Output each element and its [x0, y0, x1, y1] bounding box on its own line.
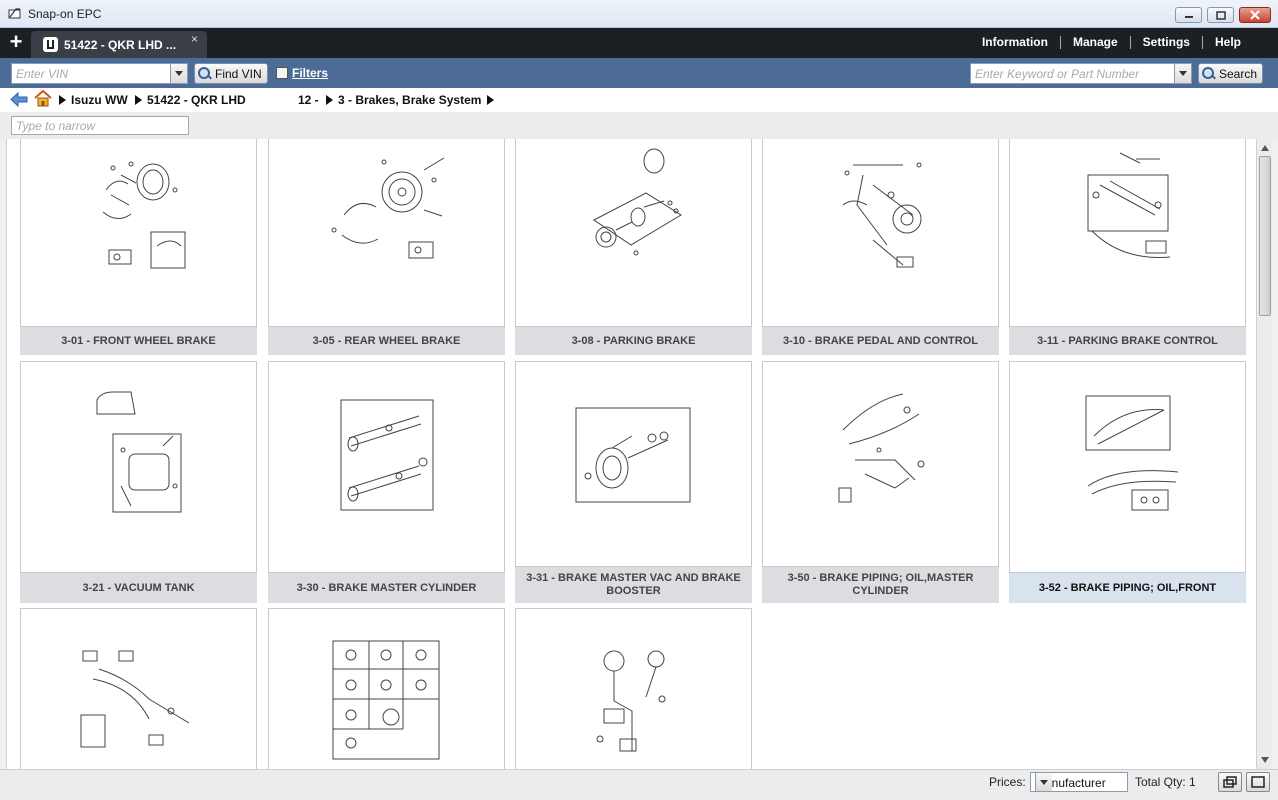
diagram-caption[interactable]: 3-30 - BRAKE MASTER CYLINDER — [268, 573, 505, 603]
tab-label: 51422 - QKR LHD ... — [64, 38, 177, 52]
brake-piping-master-diagram — [838, 393, 925, 503]
window-title-bar: Snap-on EPC — [0, 0, 1278, 28]
breadcrumb-arrow-icon — [59, 95, 66, 105]
prices-select[interactable]: Manufacturer — [1030, 772, 1128, 792]
search-button[interactable]: Search — [1198, 63, 1264, 84]
diagram-caption[interactable]: 3-05 - REAR WHEEL BRAKE — [268, 327, 505, 355]
diagram-caption[interactable]: 3-50 - BRAKE PIPING; OIL,MASTER CYLINDER — [762, 567, 999, 603]
brake-piping-rear-diagram — [80, 650, 190, 748]
back-arrow-icon[interactable] — [10, 92, 28, 107]
diagram-caption[interactable]: 3-01 - FRONT WHEEL BRAKE — [20, 327, 257, 355]
minimize-button[interactable] — [1175, 7, 1202, 23]
diagram-caption[interactable]: 3-10 - BRAKE PEDAL AND CONTROL — [762, 327, 999, 355]
breadcrumb-section[interactable]: 3 - Brakes, Brake System — [338, 93, 481, 107]
brake-piping-front-diagram — [1085, 395, 1179, 511]
close-icon — [1250, 10, 1260, 20]
isuzu-logo-icon — [47, 40, 54, 49]
prices-dropdown-button[interactable] — [1035, 773, 1052, 791]
search-toolbar: Enter VIN Find VIN Enter Keyword or Part… — [0, 58, 1278, 88]
breadcrumb-arrow-icon — [326, 95, 333, 105]
diagram-thumbnail[interactable] — [1009, 361, 1246, 573]
diagram-thumbnail[interactable] — [515, 361, 752, 567]
scroll-up-arrow-icon[interactable] — [1259, 141, 1271, 155]
diagram-thumbnail[interactable] — [268, 139, 505, 327]
vertical-scrollbar[interactable] — [1256, 139, 1272, 769]
restore-windows-icon — [1223, 776, 1237, 788]
breadcrumb-make[interactable]: Isuzu WW — [71, 93, 128, 107]
app-icon — [8, 8, 21, 19]
filters-checkbox[interactable] — [276, 67, 288, 79]
diagram-thumbnail[interactable] — [20, 139, 257, 327]
filter-bar: Type to narrow — [0, 112, 1278, 139]
breadcrumb-group[interactable]: 12 - — [298, 93, 319, 107]
diagram-thumbnail[interactable] — [20, 608, 257, 769]
nav-information[interactable]: Information — [970, 35, 1060, 49]
diagram-thumbnail[interactable] — [268, 608, 505, 769]
narrow-input[interactable]: Type to narrow — [11, 116, 189, 135]
status-bar: Prices: Manufacturer Total Qty: 1 — [0, 769, 1278, 800]
vin-dropdown-button[interactable] — [170, 64, 187, 83]
maximize-view-button[interactable] — [1246, 772, 1270, 792]
minimize-icon — [1184, 16, 1193, 18]
diagram-caption[interactable]: 3-11 - PARKING BRAKE CONTROL — [1009, 327, 1246, 355]
vin-input[interactable]: Enter VIN — [11, 63, 188, 84]
diagram-caption[interactable]: 3-21 - VACUUM TANK — [20, 573, 257, 603]
new-tab-button[interactable]: + — [6, 31, 26, 54]
diagram-thumbnail[interactable] — [515, 608, 752, 769]
filters-link[interactable]: Filters — [292, 66, 328, 80]
vin-placeholder: Enter VIN — [16, 67, 69, 81]
parking-brake-diagram — [593, 148, 682, 256]
vacuum-tank-diagram — [96, 391, 182, 513]
diagram-thumbnail[interactable] — [1009, 139, 1246, 327]
keyword-dropdown-button[interactable] — [1174, 64, 1191, 83]
diagram-thumbnail[interactable] — [762, 139, 999, 327]
top-nav: Information Manage Settings Help — [970, 35, 1241, 49]
scroll-thumb[interactable] — [1259, 156, 1271, 316]
nav-settings[interactable]: Settings — [1131, 35, 1202, 49]
brake-parts-grid-diagram — [332, 640, 440, 760]
tab-close-icon[interactable]: × — [191, 32, 198, 46]
rear-wheel-brake-diagram — [331, 157, 445, 259]
tab-51422[interactable]: 51422 - QKR LHD ... × — [31, 31, 207, 58]
window-title: Snap-on EPC — [28, 7, 102, 21]
front-wheel-brake-diagram — [102, 161, 186, 269]
maximize-button[interactable] — [1207, 7, 1234, 23]
nav-manage[interactable]: Manage — [1061, 35, 1130, 49]
diagram-thumbnail[interactable] — [268, 361, 505, 573]
diagram-thumbnail[interactable] — [20, 361, 257, 573]
brake-pedal-diagram — [842, 162, 922, 268]
breadcrumb: Isuzu WW 51422 - QKR LHD 12 - 3 - Brakes… — [0, 88, 1278, 112]
master-cylinder-diagram — [340, 399, 434, 511]
maximize-icon — [1215, 10, 1226, 20]
find-vin-label: Find VIN — [215, 66, 262, 81]
find-vin-button[interactable]: Find VIN — [194, 63, 268, 84]
parking-brake-control-diagram — [1087, 152, 1171, 258]
home-icon[interactable] — [34, 90, 52, 107]
brake-hose-diagram — [596, 650, 666, 752]
total-qty: Total Qty: 1 — [1135, 775, 1196, 789]
breadcrumb-model[interactable]: 51422 - QKR LHD — [147, 93, 246, 107]
breadcrumb-arrow-icon — [135, 95, 142, 105]
restore-view-button[interactable] — [1218, 772, 1242, 792]
prices-label: Prices: — [989, 775, 1026, 789]
brake-booster-diagram — [575, 407, 691, 503]
search-label: Search — [1219, 66, 1258, 81]
keyword-placeholder: Enter Keyword or Part Number — [975, 67, 1140, 81]
tab-strip: + 51422 - QKR LHD ... × Information Mana… — [0, 28, 1278, 58]
diagram-caption[interactable]: 3-31 - BRAKE MASTER VAC AND BRAKE BOOSTE… — [515, 567, 752, 603]
keyword-search-input[interactable]: Enter Keyword or Part Number — [970, 63, 1192, 84]
close-window-button[interactable] — [1239, 7, 1271, 23]
diagram-thumbnail[interactable] — [515, 139, 752, 327]
search-icon — [198, 66, 212, 81]
vehicle-brand-icon — [43, 37, 58, 52]
breadcrumb-arrow-icon — [487, 95, 494, 105]
nav-help[interactable]: Help — [1203, 35, 1241, 49]
diagram-caption[interactable]: 3-52 - BRAKE PIPING; OIL,FRONT — [1009, 573, 1246, 603]
diagram-thumbnail[interactable] — [762, 361, 999, 567]
maximize-window-icon — [1251, 776, 1265, 788]
search-icon — [1202, 66, 1216, 81]
diagram-grid: 3-01 - FRONT WHEEL BRAKE 3-05 - REAR WHE… — [6, 139, 1256, 769]
diagram-caption[interactable]: 3-08 - PARKING BRAKE — [515, 327, 752, 355]
scroll-down-arrow-icon[interactable] — [1259, 753, 1271, 767]
